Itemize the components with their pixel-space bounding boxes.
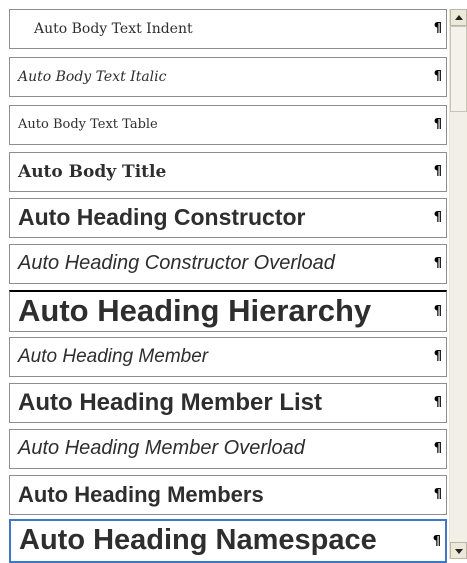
style-label: Auto Body Text Table: [18, 117, 158, 132]
style-item-auto-body-title[interactable]: Auto Body Title ¶: [9, 152, 447, 192]
style-label: Auto Body Text Indent: [34, 21, 193, 37]
scrollbar-thumb[interactable]: [450, 26, 467, 112]
paragraph-mark-icon: ¶: [433, 21, 442, 36]
paragraph-mark-icon: ¶: [433, 69, 442, 84]
style-item-auto-heading-members[interactable]: Auto Heading Members ¶: [9, 475, 447, 515]
style-label: Auto Body Text Italic: [18, 69, 167, 85]
styles-gallery: Auto Body Text Indent ¶ Auto Body Text I…: [0, 0, 467, 563]
paragraph-mark-icon: ¶: [432, 534, 441, 549]
paragraph-mark-icon: ¶: [433, 487, 442, 502]
style-label: Auto Heading Namespace: [19, 524, 377, 556]
vertical-scrollbar[interactable]: [449, 9, 467, 559]
style-item-auto-heading-hierarchy[interactable]: Auto Heading Hierarchy ¶: [9, 290, 447, 332]
style-item-auto-heading-constructor-overload[interactable]: Auto Heading Constructor Overload ¶: [9, 244, 447, 284]
paragraph-mark-icon: ¶: [433, 304, 442, 319]
style-item-auto-heading-constructor[interactable]: Auto Heading Constructor ¶: [9, 198, 447, 238]
style-item-auto-body-text-italic[interactable]: Auto Body Text Italic ¶: [9, 57, 447, 97]
style-item-auto-body-text-indent[interactable]: Auto Body Text Indent ¶: [9, 9, 447, 49]
style-label: Auto Heading Member Overload: [18, 437, 305, 459]
style-item-auto-heading-namespace[interactable]: Auto Heading Namespace ¶: [9, 519, 447, 563]
style-item-auto-body-text-table[interactable]: Auto Body Text Table ¶: [9, 105, 447, 145]
style-label: Auto Heading Member List: [18, 389, 323, 416]
style-label: Auto Heading Member: [18, 346, 209, 367]
style-label: Auto Heading Constructor: [18, 204, 306, 230]
paragraph-mark-icon: ¶: [433, 441, 442, 456]
style-item-auto-heading-member-list[interactable]: Auto Heading Member List ¶: [9, 383, 447, 423]
paragraph-mark-icon: ¶: [433, 256, 442, 271]
paragraph-mark-icon: ¶: [433, 164, 442, 179]
style-label: Auto Heading Constructor Overload: [18, 252, 335, 274]
style-item-auto-heading-member-overload[interactable]: Auto Heading Member Overload ¶: [9, 429, 447, 469]
scroll-down-arrow-icon[interactable]: [450, 542, 467, 559]
style-label: Auto Body Title: [18, 162, 167, 182]
paragraph-mark-icon: ¶: [433, 349, 442, 364]
paragraph-mark-icon: ¶: [433, 210, 442, 225]
paragraph-mark-icon: ¶: [433, 117, 442, 132]
style-label: Auto Heading Members: [18, 482, 264, 507]
style-label: Auto Heading Hierarchy: [18, 293, 372, 328]
scroll-up-arrow-icon[interactable]: [450, 9, 467, 26]
style-item-auto-heading-member[interactable]: Auto Heading Member ¶: [9, 337, 447, 377]
paragraph-mark-icon: ¶: [433, 395, 442, 410]
